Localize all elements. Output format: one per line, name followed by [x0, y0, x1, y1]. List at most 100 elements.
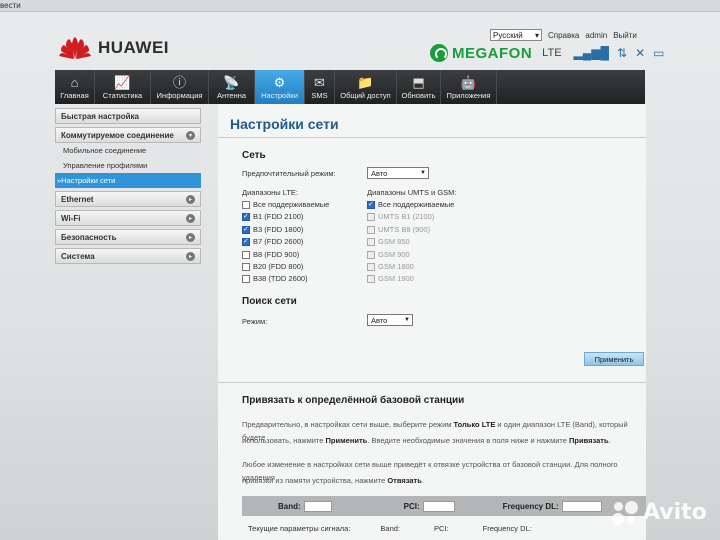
browser-title-text: вести — [0, 1, 21, 10]
logout-link[interactable]: Выйти — [613, 31, 637, 40]
text: использовать, нажмите — [242, 436, 326, 445]
text: Предварительно, в настройках сети выше, … — [242, 420, 454, 429]
nav-update[interactable]: ⬒ Обновить — [397, 70, 441, 104]
operator-name: MEGAFON — [452, 44, 533, 62]
avito-watermark: Avito — [612, 500, 707, 525]
frequency-input[interactable] — [561, 500, 602, 512]
nav-home[interactable]: ⌂ Главная — [55, 70, 95, 104]
nav-label: Приложения — [446, 91, 491, 100]
apply-button[interactable]: Применить — [584, 352, 644, 366]
info-icon: ⓘ — [172, 75, 186, 90]
nav-antenna[interactable]: 📡 Антенна — [209, 70, 255, 104]
checkbox-label: Все поддерживаемые — [378, 200, 455, 209]
computer-connection-icon: ▭ — [653, 46, 665, 60]
text: . — [421, 476, 424, 485]
sidebar-subitem-network-settings[interactable]: » Настройки сети — [55, 173, 201, 188]
sidebar-subitem-label: Управление профилями — [63, 161, 148, 170]
sidebar-item-dialup[interactable]: Коммутируемое соединение ▾ — [55, 127, 201, 143]
language-value: Русский — [493, 30, 523, 40]
chevron-right-icon: ▸ — [186, 251, 195, 261]
nav-information[interactable]: ⓘ Информация — [151, 70, 209, 104]
bind-station-title: Привязать к определённой базовой станции — [242, 395, 465, 406]
lte-band-b38[interactable]: B38 (TDD 2600) — [242, 274, 308, 283]
nav-label: Общий доступ — [340, 91, 391, 100]
divider — [218, 137, 646, 138]
pci-input[interactable] — [422, 500, 455, 512]
signal-frequency-label: Frequency DL: — [482, 524, 532, 533]
main-navigation: ⌂ Главная 📈 Статистика ⓘ Информация 📡 Ан… — [55, 70, 645, 104]
checkbox-label: GSM 900 — [378, 250, 410, 259]
lte-band-b3[interactable]: B3 (FDD 1800) — [242, 225, 303, 234]
sidebar-subitem-mobile-connection[interactable]: Мобильное соединение — [55, 143, 201, 158]
sidebar-item-security[interactable]: Безопасность ▸ — [55, 229, 201, 245]
select-value: Авто — [371, 315, 388, 325]
sidebar: Быстрая настройка Коммутируемое соединен… — [55, 108, 201, 267]
data-transfer-icon: ⇅ — [617, 46, 628, 60]
checkbox[interactable] — [242, 250, 250, 259]
preferred-mode-select[interactable]: Авто ▼ — [367, 167, 429, 179]
huawei-logo: HUAWEI — [58, 36, 169, 60]
checkbox — [367, 250, 375, 259]
huawei-petals-icon — [59, 37, 91, 59]
language-select[interactable]: Русский ▾ — [490, 29, 542, 41]
nav-apps[interactable]: 🤖 Приложения — [441, 70, 497, 104]
lte-band-all[interactable]: Все поддерживаемые — [242, 200, 329, 209]
search-mode-label: Режим: — [242, 317, 268, 326]
checkbox-label: B7 (FDD 2600) — [253, 237, 304, 246]
android-icon: 🤖 — [460, 75, 477, 90]
home-icon: ⌂ — [70, 75, 79, 90]
checkbox[interactable] — [242, 212, 250, 221]
checkbox-label: GSM 1900 — [378, 274, 414, 283]
checkbox[interactable] — [242, 225, 250, 234]
user-name: admin — [585, 30, 608, 40]
checkbox-label: B3 (FDD 1800) — [253, 225, 304, 234]
checkbox-label: Все поддерживаемые — [253, 200, 330, 209]
checkbox-label: B8 (FDD 900) — [253, 250, 300, 259]
lte-band-b1[interactable]: B1 (FDD 2100) — [242, 212, 303, 221]
nav-sms[interactable]: ✉ SMS — [305, 70, 335, 104]
search-mode-select[interactable]: Авто ▼ — [367, 314, 413, 326]
umts-band-all[interactable]: Все поддерживаемые — [367, 200, 454, 209]
checkbox[interactable] — [242, 237, 250, 246]
checkbox — [367, 212, 375, 221]
chevron-down-icon: ▾ — [534, 30, 539, 40]
sidebar-item-label: Коммутируемое соединение — [61, 130, 174, 140]
umts-band-b1: UMTS B1 (2100) — [367, 212, 434, 221]
sim-status-icon: ✕ — [635, 46, 646, 60]
checkbox[interactable] — [367, 200, 375, 209]
browser-title-bar: вести — [0, 0, 720, 12]
checkbox[interactable] — [242, 200, 250, 209]
sidebar-subitem-profiles[interactable]: Управление профилями — [55, 158, 201, 173]
lte-band-b7[interactable]: B7 (FDD 2600) — [242, 237, 303, 246]
sidebar-item-quick-setup[interactable]: Быстрая настройка — [55, 108, 201, 124]
sidebar-subitem-label: Настройки сети — [61, 176, 116, 185]
nav-label: Информация — [156, 91, 203, 100]
operator-status: MEGAFON LTE ▂▄▆█ ⇅ ✕ ▭ — [430, 44, 664, 62]
sidebar-item-ethernet[interactable]: Ethernet ▸ — [55, 191, 201, 207]
gear-icon: ⚙ — [273, 75, 286, 90]
preferred-mode-label: Предпочтительный режим: — [242, 169, 336, 178]
signal-params-label: Текущие параметры сигнала: — [248, 524, 351, 533]
checkbox[interactable] — [242, 274, 250, 283]
sidebar-item-system[interactable]: Система ▸ — [55, 248, 201, 264]
frequency-label: Frequency DL: — [502, 501, 559, 511]
nav-statistics[interactable]: 📈 Статистика — [95, 70, 151, 104]
checkbox[interactable] — [242, 262, 250, 271]
chevron-right-icon: ▸ — [186, 194, 195, 204]
lte-band-b20[interactable]: B20 (FDD 800) — [242, 262, 303, 271]
sidebar-item-wifi[interactable]: Wi-Fi ▸ — [55, 210, 201, 226]
help-link[interactable]: Справка — [548, 31, 579, 40]
checkbox-label: UMTS B8 (900) — [378, 225, 431, 234]
band-input[interactable] — [303, 500, 332, 512]
nav-sharing[interactable]: 📁 Общий доступ — [335, 70, 397, 104]
bind-warning-line2: привязки из памяти устройства, нажмите О… — [242, 474, 642, 487]
nav-settings[interactable]: ⚙ Настройки — [255, 70, 305, 104]
umts-band-b8: UMTS B8 (900) — [367, 225, 430, 234]
text-bold: Только LTE — [453, 420, 496, 429]
chevron-down-icon: ▼ — [420, 170, 426, 176]
sidebar-item-label: Wi-Fi — [61, 213, 81, 223]
lte-band-b8[interactable]: B8 (FDD 900) — [242, 250, 299, 259]
gsm-900: GSM 900 — [367, 250, 410, 259]
nav-label: Настройки — [261, 91, 298, 100]
checkbox-label: GSM 850 — [378, 237, 410, 246]
